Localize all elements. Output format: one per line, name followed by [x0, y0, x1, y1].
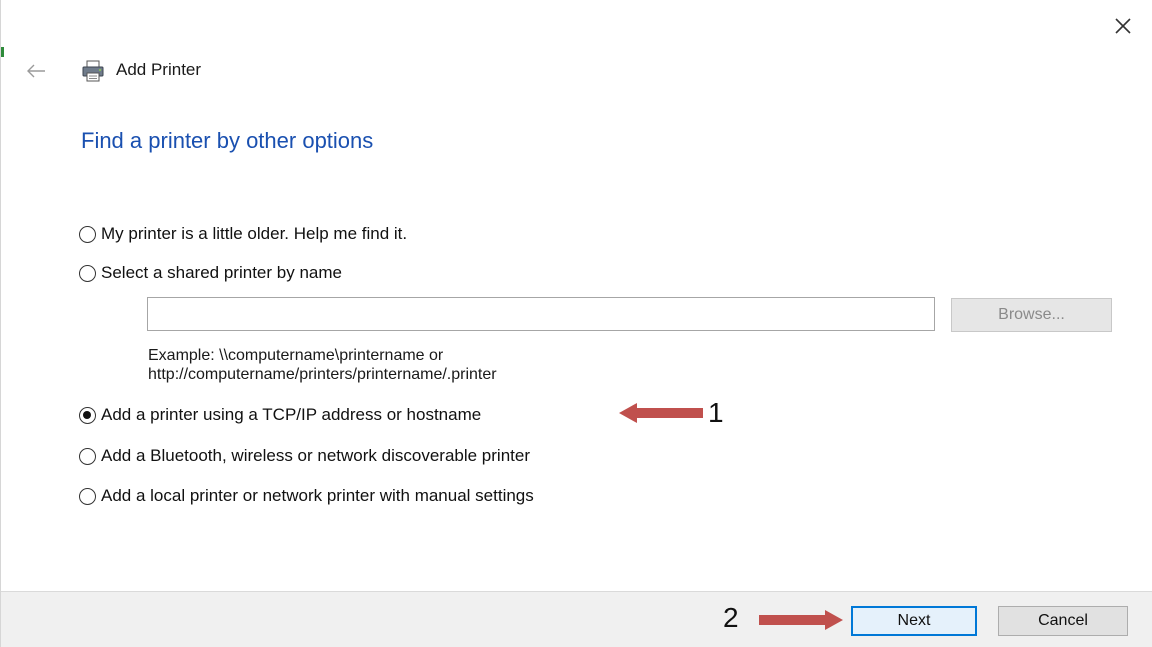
option-label: My printer is a little older. Help me fi… [101, 224, 408, 243]
printer-icon [82, 60, 104, 82]
footer-bar [1, 591, 1152, 647]
window-edge-mark [1, 47, 4, 57]
cancel-button[interactable]: Cancel [998, 606, 1128, 636]
close-icon [1115, 18, 1131, 34]
shared-printer-name-input[interactable] [147, 297, 935, 331]
option-label: Add a printer using a TCP/IP address or … [101, 405, 482, 424]
close-button[interactable] [1101, 8, 1145, 44]
option-shared-printer[interactable]: Select a shared printer by name [79, 263, 342, 283]
annotation-step-2: 2 [723, 602, 739, 633]
next-button[interactable]: Next [851, 606, 977, 636]
radio-button[interactable] [79, 487, 96, 505]
example-line-2: http://computername/printers/printername… [148, 366, 497, 383]
option-label: Add a Bluetooth, wireless or network dis… [101, 446, 530, 465]
radio-button[interactable] [79, 447, 96, 465]
radio-button-selected[interactable] [79, 406, 96, 424]
option-older-printer[interactable]: My printer is a little older. Help me fi… [79, 224, 407, 244]
option-label: Add a local printer or network printer w… [101, 486, 534, 505]
annotation-arrow-right-icon [759, 610, 843, 630]
page-heading: Find a printer by other options [81, 128, 374, 153]
example-text: Example: \\computername\printername or h… [148, 346, 497, 384]
radio-button[interactable] [79, 225, 96, 243]
browse-button[interactable]: Browse... [951, 298, 1112, 332]
window-title: Add Printer [116, 60, 202, 79]
option-label: Select a shared printer by name [101, 263, 342, 282]
add-printer-dialog: Add Printer Find a printer by other opti… [0, 0, 1152, 647]
back-arrow-icon [27, 64, 45, 78]
back-button[interactable] [21, 56, 51, 86]
example-line-1: Example: \\computername\printername or [148, 347, 444, 364]
annotation-step-1: 1 [708, 397, 724, 428]
option-local-printer[interactable]: Add a local printer or network printer w… [79, 486, 534, 506]
option-tcpip-printer[interactable]: Add a printer using a TCP/IP address or … [79, 405, 481, 425]
option-bluetooth-printer[interactable]: Add a Bluetooth, wireless or network dis… [79, 446, 530, 466]
radio-button[interactable] [79, 264, 96, 282]
annotation-arrow-left-icon [619, 403, 703, 423]
